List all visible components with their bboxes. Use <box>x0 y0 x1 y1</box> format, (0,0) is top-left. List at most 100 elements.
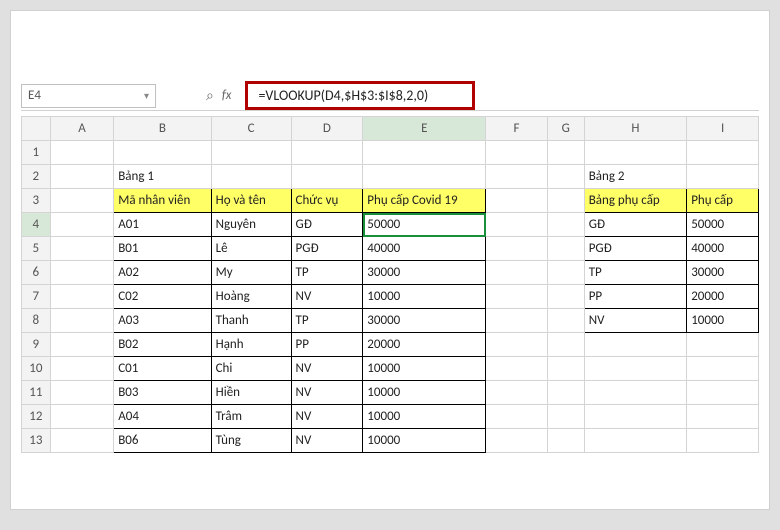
cell-H6[interactable]: TP <box>584 261 687 285</box>
cell-A2[interactable] <box>50 165 114 189</box>
spreadsheet-grid[interactable]: ABCDEFGHI 12Bảng 1Bảng 23Mã nhân viênHọ … <box>21 116 759 499</box>
cell-G12[interactable] <box>547 405 584 429</box>
cell-B10[interactable]: C01 <box>114 357 211 381</box>
cell-G10[interactable] <box>547 357 584 381</box>
cell-F4[interactable] <box>486 213 548 237</box>
cell-A9[interactable] <box>50 333 114 357</box>
row-header-11[interactable]: 11 <box>22 381 51 405</box>
cell-D1[interactable] <box>291 141 363 165</box>
cell-C4[interactable]: Nguyên <box>211 213 291 237</box>
cell-A6[interactable] <box>50 261 114 285</box>
cell-C6[interactable]: My <box>211 261 291 285</box>
cell-C2[interactable] <box>211 165 291 189</box>
cell-B3[interactable]: Mã nhân viên <box>114 189 211 213</box>
cell-F3[interactable] <box>486 189 548 213</box>
cell-B9[interactable]: B02 <box>114 333 211 357</box>
cell-A12[interactable] <box>50 405 114 429</box>
row-header-1[interactable]: 1 <box>22 141 51 165</box>
cell-C10[interactable]: Chi <box>211 357 291 381</box>
cell-B12[interactable]: A04 <box>114 405 211 429</box>
cell-B4[interactable]: A01 <box>114 213 211 237</box>
cell-C11[interactable]: Hiền <box>211 381 291 405</box>
cell-I3[interactable]: Phụ cấp <box>687 189 759 213</box>
cell-A11[interactable] <box>50 381 114 405</box>
cell-G4[interactable] <box>547 213 584 237</box>
cell-C8[interactable]: Thanh <box>211 309 291 333</box>
column-header-E[interactable]: E <box>363 117 486 141</box>
formula-input[interactable]: =VLOOKUP(D4,$H$3:$I$8,2,0) <box>245 81 475 110</box>
cell-C5[interactable]: Lê <box>211 237 291 261</box>
column-header-C[interactable]: C <box>211 117 291 141</box>
cell-E12[interactable]: 10000 <box>363 405 486 429</box>
cell-I9[interactable] <box>687 333 759 357</box>
row-header-9[interactable]: 9 <box>22 333 51 357</box>
column-header-H[interactable]: H <box>584 117 687 141</box>
cell-H3[interactable]: Bảng phụ cấp <box>584 189 687 213</box>
cell-D10[interactable]: NV <box>291 357 363 381</box>
cell-D7[interactable]: NV <box>291 285 363 309</box>
cell-D8[interactable]: TP <box>291 309 363 333</box>
cell-B2[interactable]: Bảng 1 <box>114 165 211 189</box>
cell-C3[interactable]: Họ và tên <box>211 189 291 213</box>
cell-B8[interactable]: A03 <box>114 309 211 333</box>
cell-E8[interactable]: 30000 <box>363 309 486 333</box>
cell-I6[interactable]: 30000 <box>687 261 759 285</box>
row-header-12[interactable]: 12 <box>22 405 51 429</box>
select-all-corner[interactable] <box>22 117 51 141</box>
column-header-F[interactable]: F <box>486 117 548 141</box>
cell-D9[interactable]: PP <box>291 333 363 357</box>
cell-H13[interactable] <box>584 429 687 453</box>
cell-I10[interactable] <box>687 357 759 381</box>
row-header-8[interactable]: 8 <box>22 309 51 333</box>
cell-E11[interactable]: 10000 <box>363 381 486 405</box>
cell-H7[interactable]: PP <box>584 285 687 309</box>
cell-F6[interactable] <box>486 261 548 285</box>
cell-F13[interactable] <box>486 429 548 453</box>
cell-F10[interactable] <box>486 357 548 381</box>
row-header-13[interactable]: 13 <box>22 429 51 453</box>
cell-E6[interactable]: 30000 <box>363 261 486 285</box>
cell-G2[interactable] <box>547 165 584 189</box>
row-header-2[interactable]: 2 <box>22 165 51 189</box>
cell-B6[interactable]: A02 <box>114 261 211 285</box>
cell-C12[interactable]: Trâm <box>211 405 291 429</box>
cell-B13[interactable]: B06 <box>114 429 211 453</box>
cell-G3[interactable] <box>547 189 584 213</box>
cell-G8[interactable] <box>547 309 584 333</box>
cell-G13[interactable] <box>547 429 584 453</box>
cell-I7[interactable]: 20000 <box>687 285 759 309</box>
cell-E13[interactable]: 10000 <box>363 429 486 453</box>
column-header-A[interactable]: A <box>50 117 114 141</box>
cell-D12[interactable]: NV <box>291 405 363 429</box>
cell-D5[interactable]: PGĐ <box>291 237 363 261</box>
cell-I4[interactable]: 50000 <box>687 213 759 237</box>
cell-D4[interactable]: GĐ <box>291 213 363 237</box>
cell-F8[interactable] <box>486 309 548 333</box>
cell-H9[interactable] <box>584 333 687 357</box>
cell-F2[interactable] <box>486 165 548 189</box>
zoom-icon[interactable]: ⌕ <box>206 87 214 104</box>
cell-H10[interactable] <box>584 357 687 381</box>
row-header-5[interactable]: 5 <box>22 237 51 261</box>
cell-F7[interactable] <box>486 285 548 309</box>
cell-E5[interactable]: 40000 <box>363 237 486 261</box>
cell-B1[interactable] <box>114 141 211 165</box>
cell-F11[interactable] <box>486 381 548 405</box>
cell-G7[interactable] <box>547 285 584 309</box>
cell-C7[interactable]: Hoàng <box>211 285 291 309</box>
cell-H11[interactable] <box>584 381 687 405</box>
cell-H2[interactable]: Bảng 2 <box>584 165 687 189</box>
cell-A13[interactable] <box>50 429 114 453</box>
row-header-3[interactable]: 3 <box>22 189 51 213</box>
cell-G5[interactable] <box>547 237 584 261</box>
cell-H5[interactable]: PGĐ <box>584 237 687 261</box>
row-header-7[interactable]: 7 <box>22 285 51 309</box>
column-header-B[interactable]: B <box>114 117 211 141</box>
cell-E2[interactable] <box>363 165 486 189</box>
row-header-10[interactable]: 10 <box>22 357 51 381</box>
cell-C1[interactable] <box>211 141 291 165</box>
cell-E1[interactable] <box>363 141 486 165</box>
cell-D13[interactable]: NV <box>291 429 363 453</box>
cell-I13[interactable] <box>687 429 759 453</box>
cell-I11[interactable] <box>687 381 759 405</box>
